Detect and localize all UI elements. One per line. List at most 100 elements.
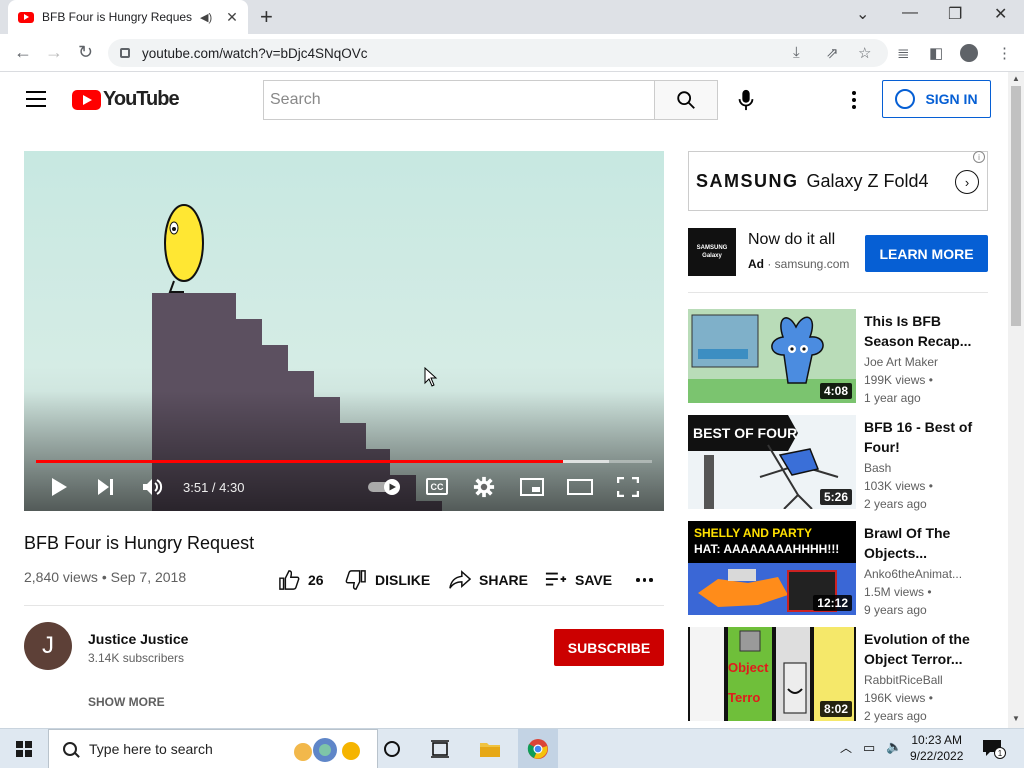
ad-info-icon[interactable]: i bbox=[973, 151, 985, 163]
channel-name[interactable]: Anko6theAnimat... bbox=[864, 567, 974, 581]
autoplay-toggle[interactable] bbox=[368, 479, 402, 495]
tab-search-chevron-icon[interactable]: ⌄ bbox=[856, 4, 869, 24]
settings-menu-button[interactable] bbox=[842, 86, 866, 114]
settings-button[interactable] bbox=[471, 476, 497, 498]
lock-icon[interactable] bbox=[120, 48, 130, 58]
chrome-taskbar-icon[interactable] bbox=[518, 729, 558, 768]
task-view-icon[interactable] bbox=[428, 737, 452, 761]
next-button[interactable] bbox=[93, 476, 119, 498]
video-thumbnail[interactable]: BEST OF FOUR 5:26 bbox=[688, 415, 856, 509]
tab-title: BFB Four is Hungry Request bbox=[42, 10, 192, 24]
view-count: 196K views • bbox=[864, 691, 933, 705]
back-icon[interactable]: ← bbox=[14, 42, 32, 63]
restore-icon[interactable]: ❐ bbox=[948, 4, 962, 24]
browser-toolbar: ← → ↻ youtube.com/watch?v=bDjc4SNqOVc ⤓ … bbox=[0, 34, 1024, 72]
sign-in-button[interactable]: SIGN IN bbox=[882, 80, 991, 118]
progress-bar[interactable] bbox=[36, 460, 652, 463]
ad-product: Galaxy Z Fold4 bbox=[806, 170, 929, 191]
install-app-icon[interactable]: ⤓ bbox=[793, 44, 800, 61]
channel-name[interactable]: RabbitRiceBall bbox=[864, 673, 974, 687]
show-hidden-icons-icon[interactable]: ︿ bbox=[840, 739, 852, 756]
reload-icon[interactable]: ↻ bbox=[78, 42, 93, 63]
url-text[interactable]: youtube.com/watch?v=bDjc4SNqOVc bbox=[142, 46, 368, 61]
video-thumbnail[interactable]: SHELLY AND PARTY HAT: AAAAAAAAHHHH!!! 12:… bbox=[688, 521, 856, 615]
video-title[interactable]: This Is BFB Season Recap... bbox=[864, 311, 974, 351]
playlist-add-icon bbox=[545, 572, 567, 586]
chrome-menu-icon[interactable]: ⋮ bbox=[997, 44, 1012, 62]
new-tab-icon[interactable]: + bbox=[260, 4, 273, 30]
share-button[interactable]: SHARE bbox=[449, 569, 528, 591]
close-window-icon[interactable]: ✕ bbox=[994, 4, 1007, 24]
divider bbox=[24, 605, 664, 606]
channel-avatar[interactable]: J bbox=[24, 622, 72, 670]
network-icon[interactable]: ▭ bbox=[863, 740, 875, 756]
ad-headline[interactable]: Now do it all bbox=[748, 231, 835, 249]
recommended-video[interactable]: Object Terro 8:02 Evolution of the Objec… bbox=[688, 627, 988, 723]
taskbar-search-box[interactable]: Type here to search bbox=[48, 729, 378, 768]
video-title: BFB Four is Hungry Request bbox=[24, 533, 255, 553]
forward-icon[interactable]: → bbox=[45, 42, 63, 63]
theater-mode-button[interactable] bbox=[567, 476, 593, 498]
windows-start-icon[interactable] bbox=[16, 741, 32, 757]
hamburger-menu-icon[interactable] bbox=[26, 91, 46, 107]
video-thumbnail[interactable]: Object Terro 8:02 bbox=[688, 627, 856, 721]
scroll-up-icon[interactable]: ▲ bbox=[1012, 74, 1020, 83]
media-control-icon[interactable]: ≣ bbox=[897, 44, 910, 62]
speaker-icon[interactable]: 🔈 bbox=[886, 739, 902, 755]
ad-logo-line2: Galaxy bbox=[702, 253, 722, 259]
cortana-icon[interactable] bbox=[380, 737, 404, 761]
video-title[interactable]: Evolution of the Object Terror... bbox=[864, 629, 974, 669]
learn-more-button[interactable]: LEARN MORE bbox=[865, 235, 988, 272]
audio-playing-icon[interactable]: ◀) bbox=[200, 11, 212, 24]
video-views-date: 2,840 views • Sep 7, 2018 bbox=[24, 569, 187, 585]
search-button[interactable] bbox=[654, 80, 718, 120]
subscriber-count: 3.14K subscribers bbox=[88, 651, 185, 665]
mute-button[interactable] bbox=[140, 476, 166, 498]
fullscreen-button[interactable] bbox=[615, 476, 641, 498]
notifications-button[interactable]: 1 bbox=[982, 739, 1006, 759]
bookmark-star-icon[interactable]: ☆ bbox=[858, 44, 871, 62]
taskbar-clock[interactable]: 10:23 AM 9/22/2022 bbox=[910, 732, 963, 764]
file-explorer-icon[interactable] bbox=[478, 737, 502, 761]
channel-name[interactable]: Justice Justice bbox=[88, 631, 188, 647]
recommended-video[interactable]: 4:08 This Is BFB Season Recap... Joe Art… bbox=[688, 309, 988, 405]
save-button[interactable]: SAVE bbox=[545, 569, 612, 591]
recommended-video[interactable]: BEST OF FOUR 5:26 BFB 16 - Best of Four!… bbox=[688, 415, 988, 511]
video-player[interactable]: 3:51 / 4:30 CC bbox=[24, 151, 664, 511]
channel-name[interactable]: Bash bbox=[864, 461, 974, 475]
progress-fill bbox=[36, 460, 563, 463]
ad-banner[interactable]: SAMSUNG Galaxy Z Fold4 › i bbox=[688, 151, 988, 211]
share-page-icon[interactable]: ⇗ bbox=[826, 44, 839, 62]
youtube-logo[interactable]: YouTube bbox=[72, 88, 180, 111]
minimize-icon[interactable]: — bbox=[902, 4, 918, 22]
browser-tab[interactable]: BFB Four is Hungry Request ◀) ✕ bbox=[8, 0, 248, 34]
tab-close-icon[interactable]: ✕ bbox=[226, 9, 238, 26]
recommended-video[interactable]: SHELLY AND PARTY HAT: AAAAAAAAHHHH!!! 12:… bbox=[688, 521, 988, 617]
play-button[interactable] bbox=[46, 476, 72, 498]
subscribe-button[interactable]: SUBSCRIBE bbox=[554, 629, 664, 666]
scrollbar-thumb[interactable] bbox=[1011, 86, 1021, 326]
subtitles-button[interactable]: CC bbox=[426, 478, 448, 495]
show-more-button[interactable]: SHOW MORE bbox=[88, 695, 165, 709]
ad-advertiser-logo[interactable]: SAMSUNG Galaxy bbox=[688, 228, 736, 276]
page-scrollbar[interactable]: ▲ ▼ bbox=[1008, 72, 1024, 728]
address-bar[interactable]: youtube.com/watch?v=bDjc4SNqOVc bbox=[108, 39, 888, 67]
search-highlight-icon[interactable] bbox=[289, 737, 363, 763]
video-duration: 4:08 bbox=[819, 383, 852, 399]
dislike-button[interactable]: DISLIKE bbox=[345, 569, 430, 591]
video-title[interactable]: BFB 16 - Best of Four! bbox=[864, 417, 974, 457]
more-actions-button[interactable] bbox=[636, 569, 653, 591]
youtube-wordmark: YouTube bbox=[103, 88, 180, 110]
thumbnail-caption: SHELLY AND PARTY HAT: AAAAAAAAHHHH!!! bbox=[694, 525, 839, 557]
like-button[interactable]: 26 bbox=[278, 569, 324, 591]
side-panel-icon[interactable]: ◧ bbox=[929, 44, 943, 62]
youtube-header: YouTube SIGN IN bbox=[0, 72, 1008, 128]
search-input[interactable] bbox=[263, 80, 655, 120]
voice-search-button[interactable] bbox=[730, 84, 762, 116]
miniplayer-button[interactable] bbox=[519, 476, 545, 498]
profile-icon[interactable] bbox=[960, 44, 978, 62]
video-title[interactable]: Brawl Of The Objects... bbox=[864, 523, 974, 563]
channel-name[interactable]: Joe Art Maker bbox=[864, 355, 974, 369]
video-thumbnail[interactable]: 4:08 bbox=[688, 309, 856, 403]
scroll-down-icon[interactable]: ▼ bbox=[1012, 714, 1020, 723]
